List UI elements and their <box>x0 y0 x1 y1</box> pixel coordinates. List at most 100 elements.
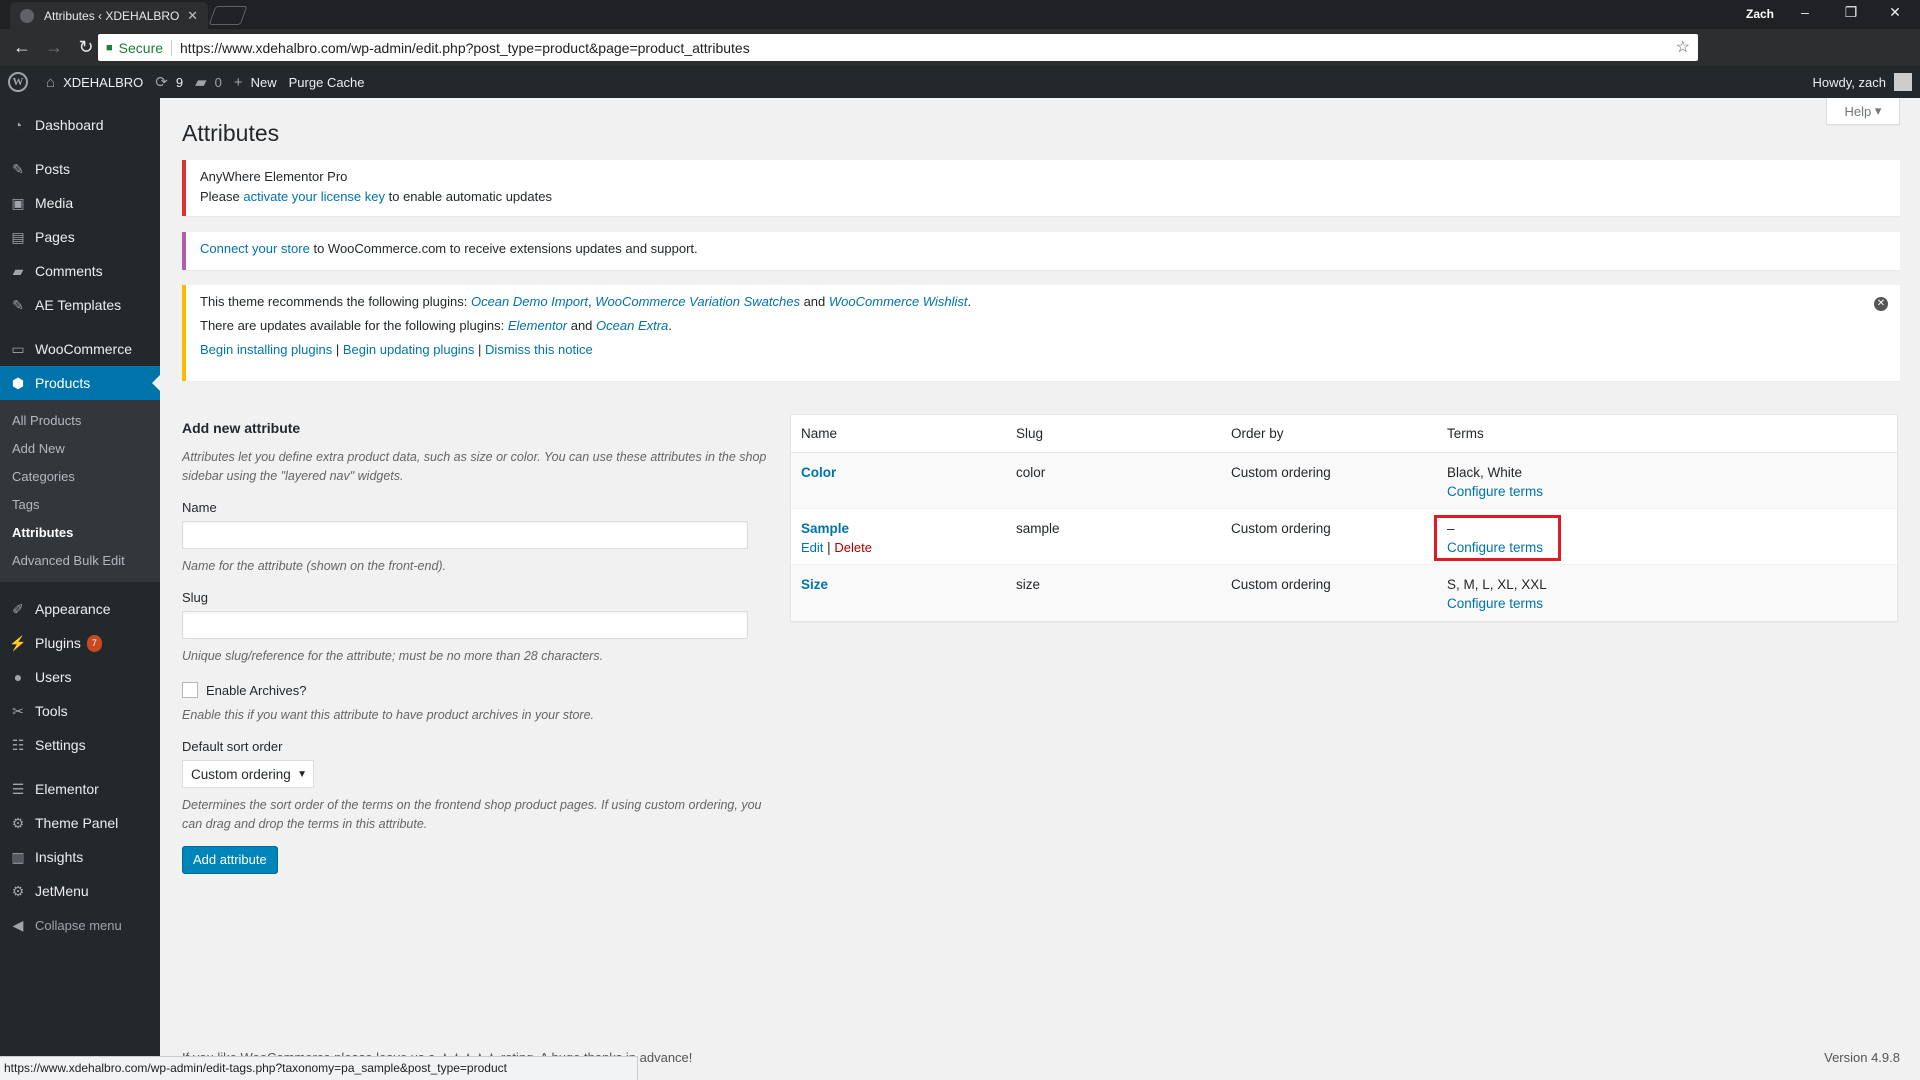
notice-text: This theme recommends the following plug… <box>200 294 471 309</box>
menu-woocommerce[interactable]: ▭ WooCommerce <box>0 332 160 366</box>
wordpress-logo-icon[interactable]: W <box>8 72 28 92</box>
bookmark-star-icon[interactable]: ☆ <box>1676 37 1690 57</box>
menu-theme-panel[interactable]: ⚙ Theme Panel <box>0 806 160 840</box>
table-row: Sample Edit | Delete sample Custom orderi… <box>791 509 1897 565</box>
plugin-link[interactable]: Elementor <box>508 318 567 333</box>
new-content-link[interactable]: + New <box>234 74 277 91</box>
address-bar[interactable]: ■ Secure https://www.xdehalbro.com/wp-ad… <box>98 34 1698 61</box>
browser-tab[interactable]: Attributes ‹ XDEHALBRO ✕ <box>10 2 208 29</box>
table-row: Color color Custom ordering Black, White… <box>791 453 1897 509</box>
avatar <box>1894 73 1912 91</box>
help-label: Help <box>1844 103 1872 119</box>
settings-icon: ☷ <box>11 736 25 753</box>
menu-appearance[interactable]: ✐ Appearance <box>0 592 160 626</box>
plugin-link[interactable]: WooCommerce Variation Swatches <box>595 294 800 309</box>
menu-pages[interactable]: ▤ Pages <box>0 220 160 254</box>
new-label: New <box>250 74 277 90</box>
menu-label: Products <box>35 375 91 391</box>
attribute-name-link[interactable]: Sample <box>801 521 849 536</box>
plus-icon: + <box>233 73 243 91</box>
notice-title: AnyWhere Elementor Pro <box>200 169 348 184</box>
menu-jetmenu[interactable]: ⚙ JetMenu <box>0 874 160 908</box>
dashboard-icon: ◔ <box>13 117 23 133</box>
sort-order-select[interactable]: Custom ordering ▼ <box>182 760 314 788</box>
column-header: Name <box>801 426 838 441</box>
updates-link[interactable]: ⟳ 9 <box>155 73 183 91</box>
activate-license-link[interactable]: activate your license key <box>243 189 385 204</box>
close-window-icon[interactable]: ✕ <box>1885 4 1905 21</box>
site-name-link[interactable]: ⌂ XDEHALBRO <box>46 74 143 91</box>
menu-label: Media <box>35 195 74 211</box>
edit-link[interactable]: Edit <box>801 540 823 555</box>
plugin-link[interactable]: Ocean Extra <box>596 318 668 333</box>
begin-installing-link[interactable]: Begin installing plugins <box>200 342 332 357</box>
enable-archives-checkbox[interactable] <box>182 682 198 698</box>
submenu-attributes[interactable]: Attributes <box>0 519 160 547</box>
new-tab-button[interactable] <box>208 6 248 25</box>
menu-users[interactable]: ● Users <box>0 660 160 694</box>
submenu-add-new[interactable]: Add New <box>0 435 160 463</box>
menu-products[interactable]: ⬢ Products <box>0 366 160 400</box>
submenu-all-products[interactable]: All Products <box>0 407 160 435</box>
submenu-advanced-bulk-edit[interactable]: Advanced Bulk Edit <box>0 547 160 575</box>
browser-toolbar: ← → ↻ ■ Secure https://www.xdehalbro.com… <box>0 29 1920 88</box>
attribute-name-link[interactable]: Size <box>801 577 828 592</box>
purge-cache-link[interactable]: Purge Cache <box>289 75 365 90</box>
forward-icon[interactable]: → <box>38 37 70 58</box>
connect-store-link[interactable]: Connect your store <box>200 241 310 256</box>
close-tab-icon[interactable]: ✕ <box>187 8 198 24</box>
submenu-tags[interactable]: Tags <box>0 491 160 519</box>
collapse-menu-button[interactable]: ◀ Collapse menu <box>0 908 160 942</box>
my-account-link[interactable]: Howdy, zach <box>1813 66 1912 98</box>
attribute-name-link[interactable]: Color <box>801 465 836 480</box>
column-header: Terms <box>1447 426 1484 441</box>
name-input[interactable] <box>182 521 748 549</box>
comments-link[interactable]: ▰ 0 <box>195 73 222 91</box>
menu-plugins[interactable]: ⚡ Plugins 7 <box>0 626 160 660</box>
menu-label: AE Templates <box>35 297 122 313</box>
chevron-down-icon: ▼ <box>297 768 307 780</box>
configure-terms-link[interactable]: Configure terms <box>1447 484 1543 499</box>
add-attribute-button[interactable]: Add attribute <box>182 846 278 874</box>
menu-label: Theme Panel <box>35 815 119 831</box>
slug-input[interactable] <box>182 611 748 639</box>
minimize-icon[interactable]: – <box>1795 4 1815 20</box>
configure-terms-link[interactable]: Configure terms <box>1447 596 1543 611</box>
menu-label: Posts <box>35 161 71 177</box>
back-icon[interactable]: ← <box>6 37 38 58</box>
attribute-slug: size <box>1016 577 1041 592</box>
notice-text: Please <box>200 189 244 204</box>
help-tab-button[interactable]: Help ▾ <box>1826 98 1900 125</box>
submenu-categories[interactable]: Categories <box>0 463 160 491</box>
menu-media[interactable]: ▣ Media <box>0 186 160 220</box>
table-header: Name Slug Order by Terms <box>791 415 1897 453</box>
menu-elementor[interactable]: ☰ Elementor <box>0 772 160 806</box>
begin-updating-link[interactable]: Begin updating plugins <box>343 342 475 357</box>
delete-link[interactable]: Delete <box>834 540 872 555</box>
attribute-order: Custom ordering <box>1231 577 1331 592</box>
menu-tools[interactable]: ✂ Tools <box>0 694 160 728</box>
notice-text: to WooCommerce.com to receive extensions… <box>309 241 698 256</box>
menu-comments[interactable]: ▰ Comments <box>0 254 160 288</box>
sort-order-label: Default sort order <box>182 739 283 754</box>
plugin-link[interactable]: Ocean Demo Import <box>471 294 588 309</box>
browser-status-bar: https://www.xdehalbro.com/wp-admin/edit-… <box>0 1056 638 1080</box>
dismiss-notice-icon[interactable]: ✕ <box>1874 297 1888 311</box>
woocommerce-connect-notice: Connect your store to WooCommerce.com to… <box>182 232 1900 270</box>
attribute-terms: Black, White <box>1447 465 1523 480</box>
menu-settings[interactable]: ☷ Settings <box>0 728 160 762</box>
menu-label: Comments <box>35 263 103 279</box>
license-notice: AnyWhere Elementor Pro Please activate y… <box>182 160 1900 216</box>
updates-count: 9 <box>175 74 184 90</box>
purge-label: Purge Cache <box>288 74 365 90</box>
restore-icon[interactable]: ❐ <box>1841 4 1861 21</box>
menu-posts[interactable]: ✎ Posts <box>0 152 160 186</box>
menu-ae-templates[interactable]: ✎ AE Templates <box>0 288 160 322</box>
menu-insights[interactable]: ▥ Insights <box>0 840 160 874</box>
dismiss-notice-link[interactable]: Dismiss this notice <box>485 342 593 357</box>
attribute-slug: color <box>1016 465 1046 480</box>
profile-name[interactable]: Zach <box>1746 7 1774 21</box>
plugin-link[interactable]: WooCommerce Wishlist <box>829 294 968 309</box>
enable-archives-row: Enable Archives? <box>182 682 772 698</box>
menu-dashboard[interactable]: ◔ Dashboard <box>0 108 160 142</box>
